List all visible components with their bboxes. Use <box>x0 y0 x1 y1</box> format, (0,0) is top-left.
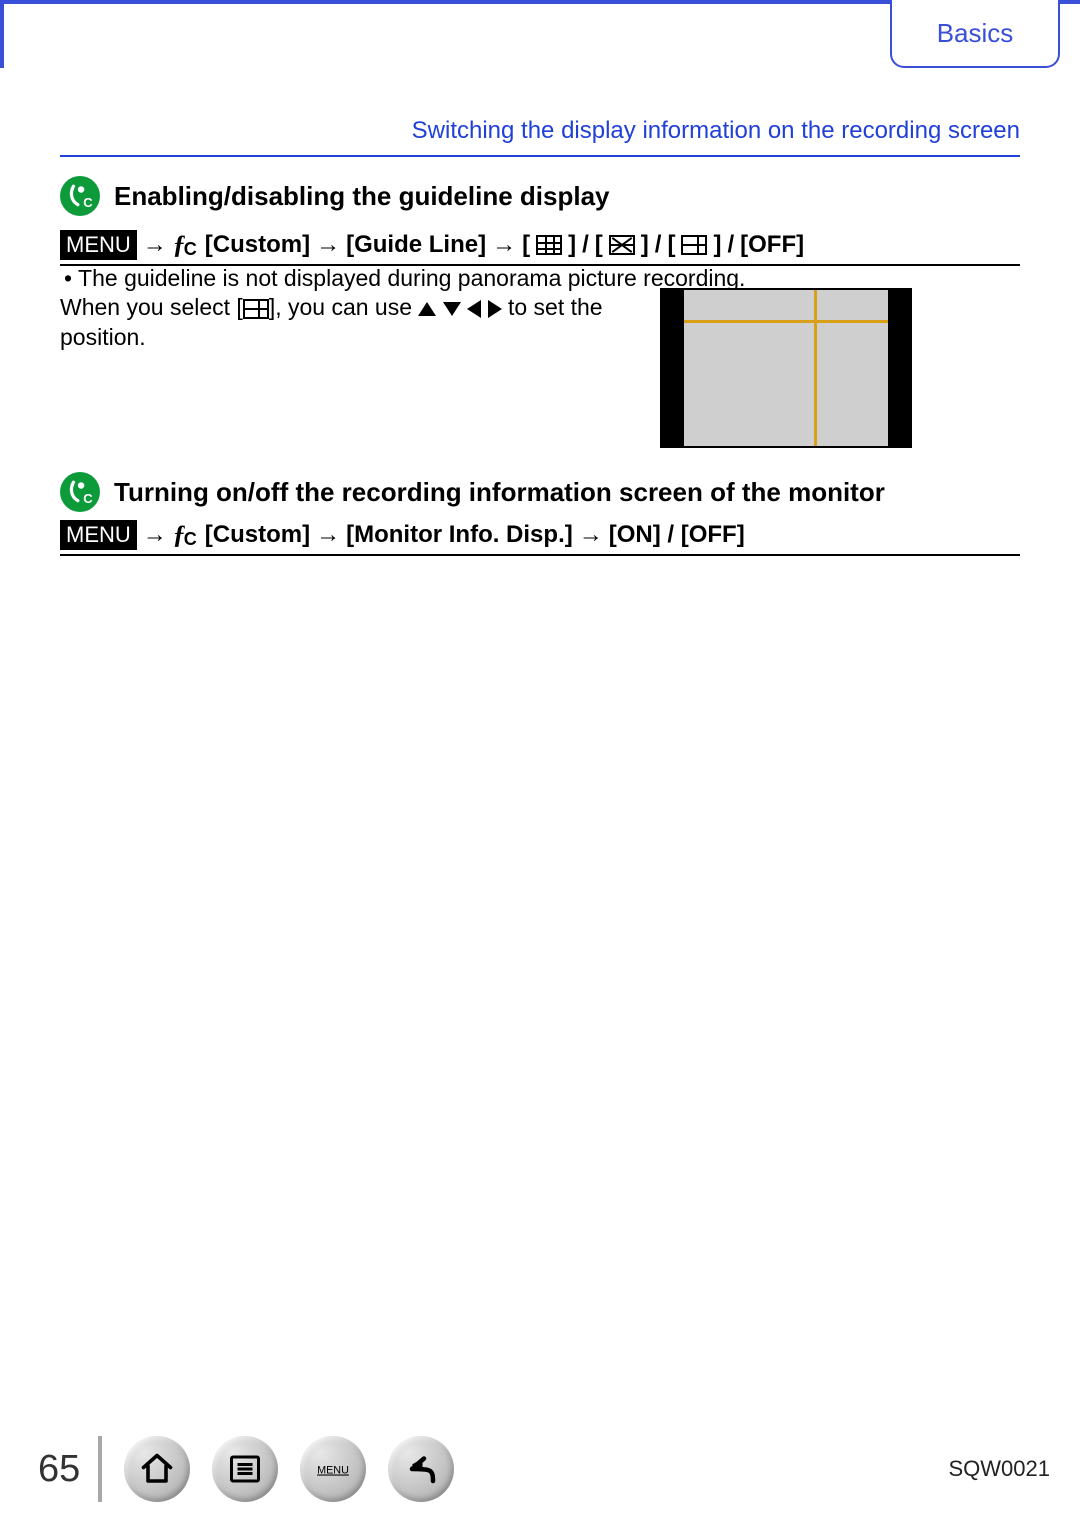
divider <box>60 155 1020 157</box>
custom-wrench-icon: ƒC <box>173 230 199 260</box>
body-text: When you select [], you can use to set t… <box>60 293 620 353</box>
grid-offset-icon <box>681 235 707 255</box>
note-line: • The guideline is not displayed during … <box>64 265 745 292</box>
category-label: Basics <box>937 18 1014 49</box>
svg-text:MENU: MENU <box>317 1465 349 1477</box>
slash: / <box>727 231 734 259</box>
grid-offset-icon <box>243 299 269 319</box>
preview-screen <box>684 290 888 446</box>
page-subtitle: Switching the display information on the… <box>60 117 1020 145</box>
back-button[interactable] <box>388 1436 454 1502</box>
guideline-h <box>684 320 888 323</box>
slash: / <box>655 231 662 259</box>
arrow-icon: → <box>143 521 167 549</box>
item-label: [Monitor Info. Disp.] <box>346 521 573 549</box>
menu-chip: MENU <box>60 230 137 260</box>
menu-button[interactable]: MENU <box>300 1436 366 1502</box>
body-mid: ], you can use <box>269 294 419 320</box>
section-heading-guideline: C Enabling/disabling the guideline displ… <box>60 176 610 216</box>
arrow-icon: → <box>316 231 340 259</box>
slash: / <box>582 231 589 259</box>
arrow-icon: → <box>316 521 340 549</box>
svg-text:C: C <box>83 195 93 209</box>
arrow-icon: → <box>143 231 167 259</box>
page-top-border-left <box>0 0 4 68</box>
page-number: 65 <box>38 1448 80 1491</box>
grid-3x3-icon <box>536 235 562 255</box>
down-arrow-icon <box>443 302 461 316</box>
body-pre: When you select [ <box>60 294 243 320</box>
home-button[interactable] <box>124 1436 190 1502</box>
contents-button[interactable] <box>212 1436 278 1502</box>
up-arrow-icon <box>418 302 436 316</box>
guideline-v <box>814 290 817 446</box>
bullet: • <box>64 265 72 291</box>
category-tab: Basics <box>890 0 1060 68</box>
arrow-icon: → <box>579 521 603 549</box>
custom-label: [Custom] <box>205 521 310 549</box>
custom-wrench-icon: ƒC <box>173 520 199 550</box>
document-id: SQW0021 <box>949 1456 1051 1482</box>
section-title: Enabling/disabling the guideline display <box>114 181 610 212</box>
footer-divider <box>98 1436 102 1502</box>
arrow-icon: → <box>492 231 516 259</box>
menu-path-guideline: MENU → ƒC [Custom] → [Guide Line] → [] /… <box>60 230 1020 266</box>
svg-text:C: C <box>83 491 93 505</box>
menu-chip: MENU <box>60 520 137 550</box>
note-text: The guideline is not displayed during pa… <box>78 265 745 291</box>
footer: 65 MENU SQW0021 <box>38 1433 1050 1505</box>
custom-label: [Custom] <box>205 231 310 259</box>
grid-diagonal-icon <box>609 235 635 255</box>
off-label: [OFF] <box>740 231 804 259</box>
custom-badge-icon: C <box>60 472 100 512</box>
left-arrow-icon <box>467 300 481 318</box>
item-label: [Guide Line] <box>346 231 486 259</box>
right-arrow-icon <box>488 300 502 318</box>
section-title: Turning on/off the recording information… <box>114 477 885 508</box>
custom-badge-icon: C <box>60 176 100 216</box>
onoff-label: [ON] / [OFF] <box>609 521 745 549</box>
guideline-preview <box>660 288 912 448</box>
section-heading-monitor-info: C Turning on/off the recording informati… <box>60 472 885 512</box>
menu-path-monitor-info: MENU → ƒC [Custom] → [Monitor Info. Disp… <box>60 520 1020 556</box>
